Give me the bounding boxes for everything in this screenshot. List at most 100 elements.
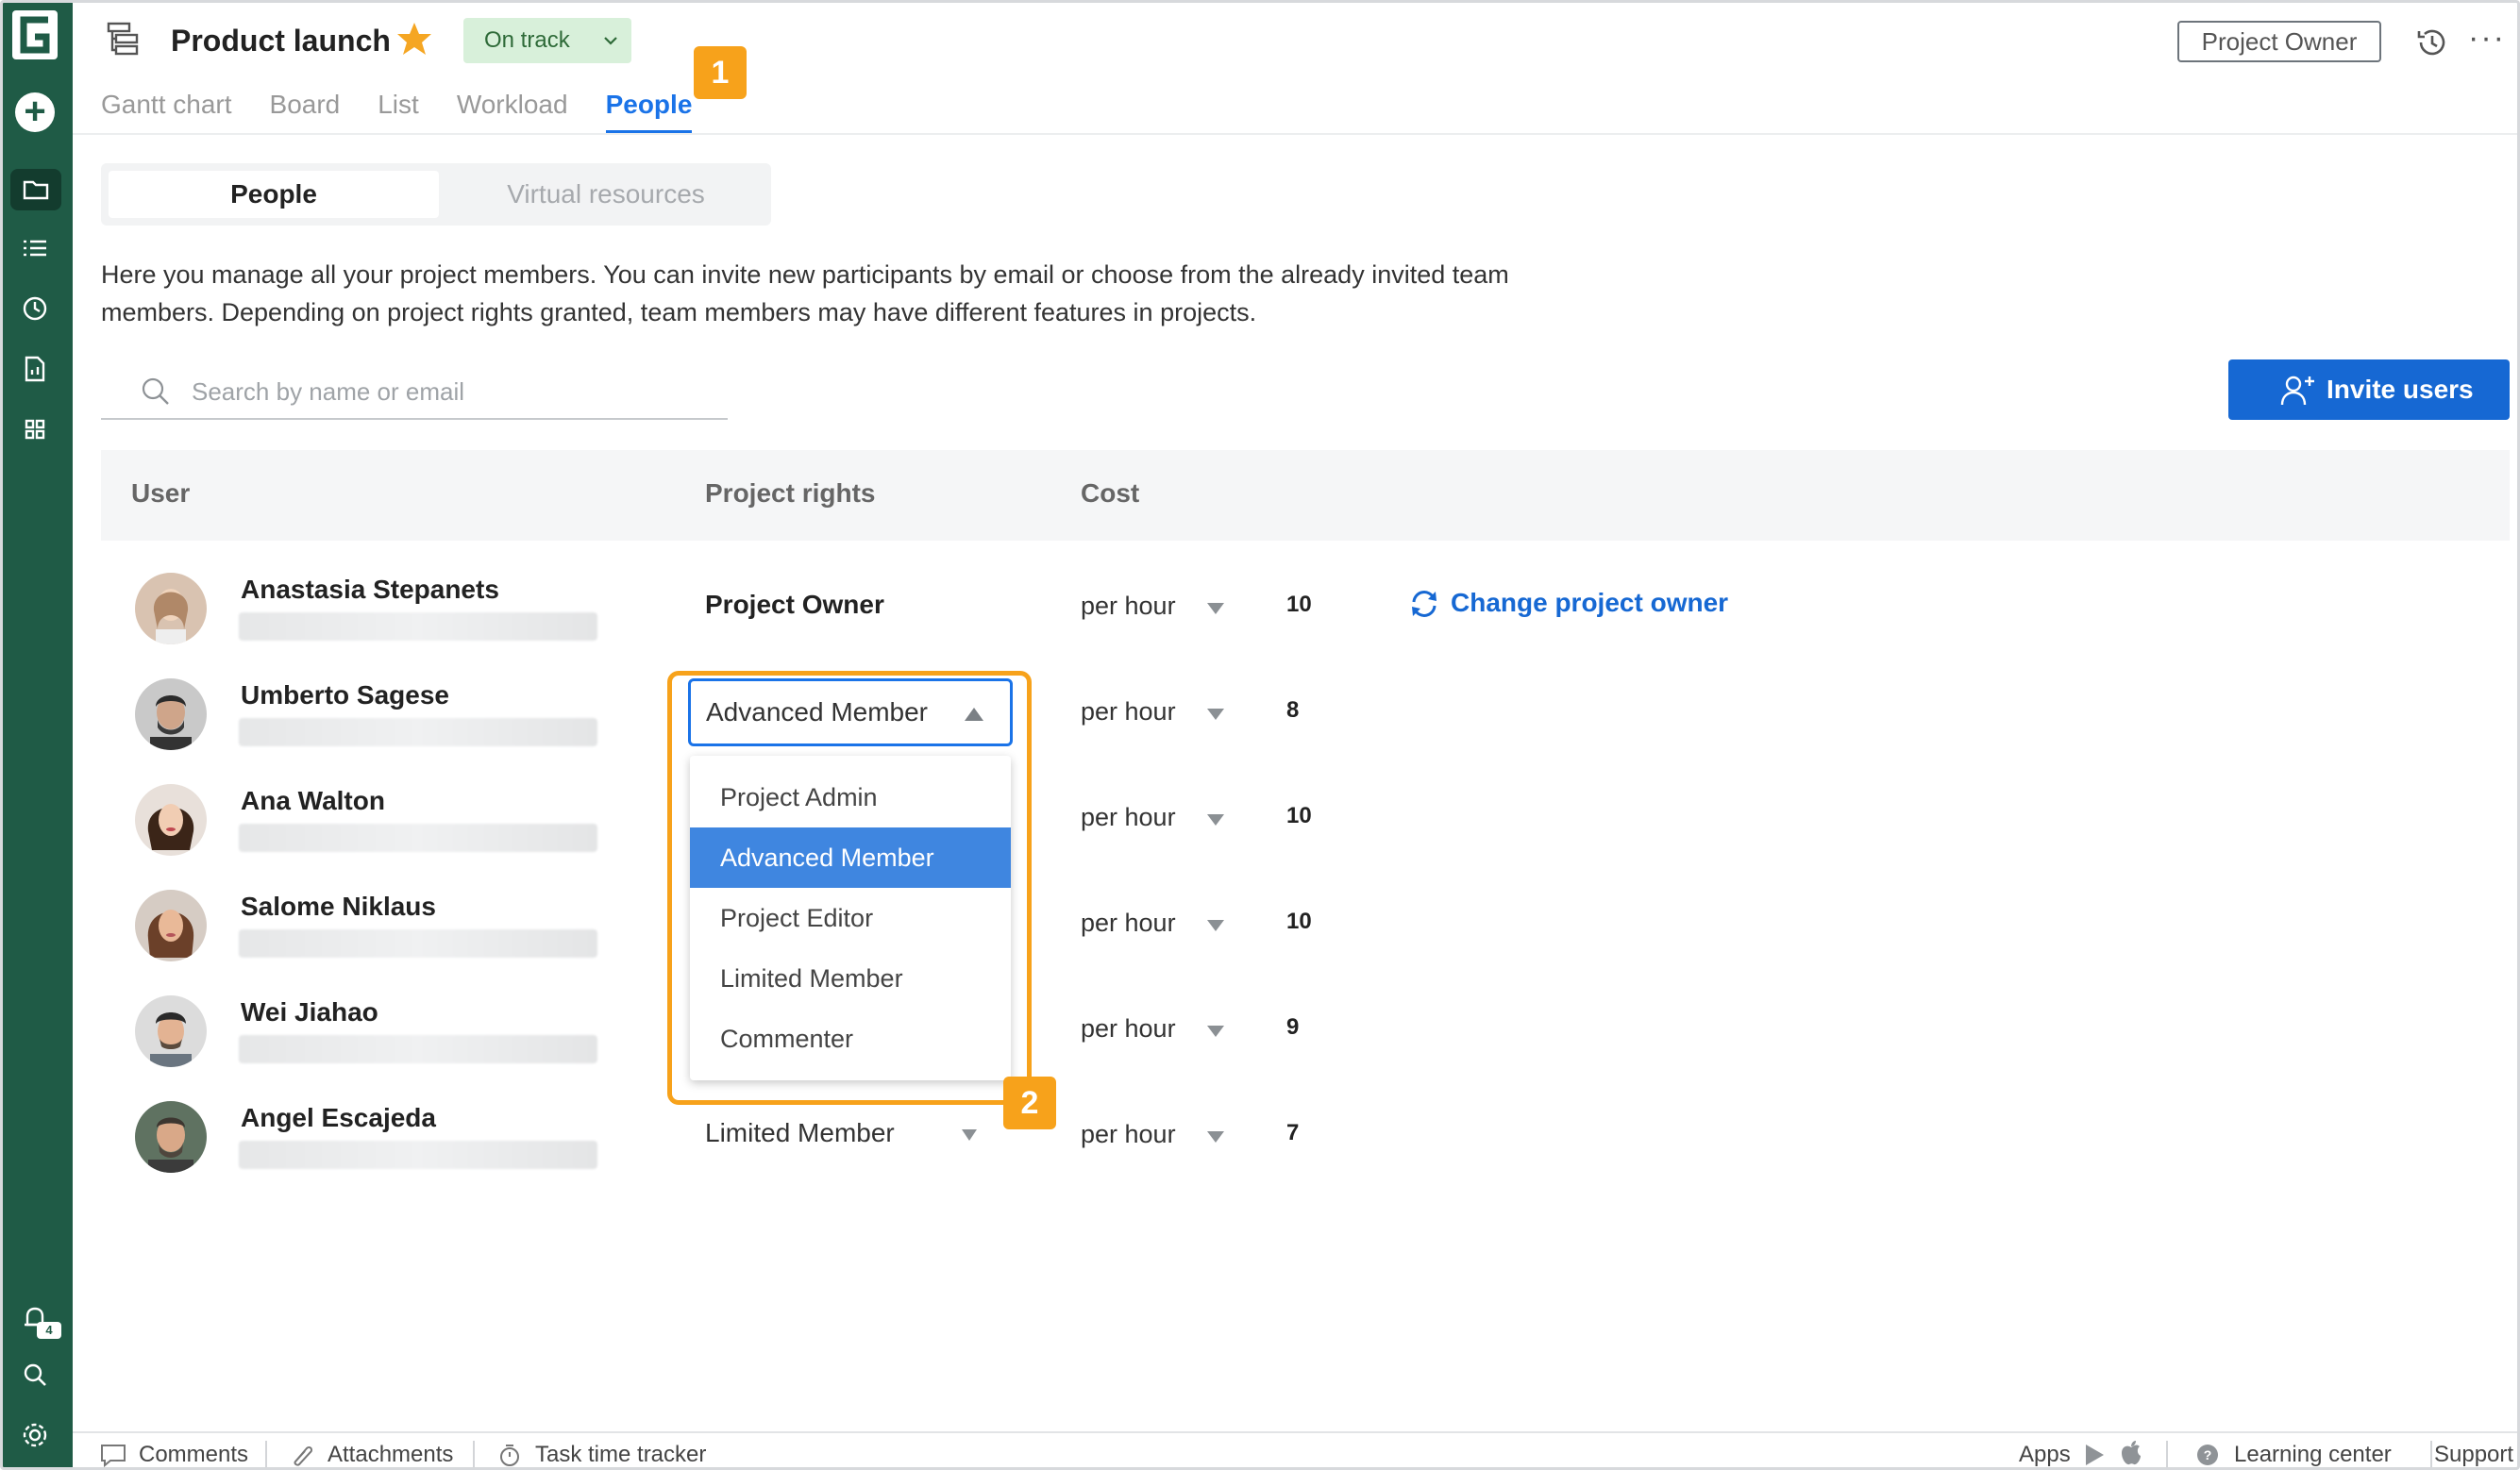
rate-unit-dropdown[interactable]: per hour (1081, 1120, 1176, 1149)
column-cost: Cost (1081, 478, 1140, 508)
history-icon[interactable] (2413, 24, 2451, 61)
add-icon[interactable]: + (15, 92, 55, 132)
people-subtabs: People Virtual resources (101, 163, 771, 226)
refresh-icon (1412, 591, 1436, 617)
subtab-virtual-resources[interactable]: Virtual resources (450, 171, 762, 218)
people-description: Here you manage all your project members… (101, 260, 1509, 326)
footer-attachments[interactable]: Attachments (288, 1441, 453, 1467)
user-name: Wei Jiahao (241, 997, 378, 1027)
table-header: User Project rights Cost (101, 450, 2510, 541)
caret-down-icon[interactable] (1207, 709, 1224, 720)
project-rights-dropdown[interactable]: Limited Member (705, 1118, 895, 1148)
avatar (135, 573, 207, 644)
cost-value[interactable]: 10 (1286, 803, 1312, 829)
caret-down-icon[interactable] (1207, 814, 1224, 826)
tab-people[interactable]: People (605, 86, 692, 133)
user-email-redacted (239, 718, 597, 746)
reports-icon[interactable] (16, 350, 54, 388)
rate-unit-dropdown[interactable]: per hour (1081, 909, 1176, 938)
tab-workload[interactable]: Workload (457, 86, 568, 127)
table-row: Wei Jiahao per hour 9 (101, 995, 2510, 1099)
footer-learning-center[interactable]: ? Learning center (2194, 1441, 2392, 1467)
chevron-down-icon (604, 37, 617, 45)
comment-icon (101, 1445, 126, 1467)
project-rights-select[interactable]: Advanced Member (688, 678, 1013, 746)
user-email-redacted (239, 824, 597, 852)
notifications-count-badge: 4 (37, 1322, 61, 1339)
settings-gear-icon[interactable] (16, 1416, 54, 1454)
view-tabs: Gantt chart Board List Workload People (101, 86, 730, 133)
footer-comments-label: Comments (139, 1442, 249, 1467)
avatar (135, 678, 207, 750)
caret-down-icon[interactable] (1207, 1026, 1224, 1037)
footer-separator (473, 1441, 475, 1467)
header-divider (73, 133, 2517, 135)
caret-down-icon[interactable] (962, 1129, 977, 1141)
caret-up-icon (965, 708, 983, 721)
caret-down-icon[interactable] (1207, 603, 1224, 614)
table-row: Angel Escajeda Limited Member per hour 7 (101, 1101, 2510, 1205)
change-project-owner-link[interactable]: Change project owner (1407, 584, 1728, 622)
user-email-redacted (239, 612, 597, 641)
svg-text:?: ? (2204, 1447, 2212, 1462)
user-email-redacted (239, 1035, 597, 1063)
table-row: Ana Walton per hour 10 (101, 784, 2510, 888)
footer-task-time-tracker[interactable]: Task time tracker (496, 1441, 706, 1467)
clock-icon[interactable] (16, 290, 54, 327)
project-status-dropdown[interactable]: On track (463, 18, 631, 63)
project-owner-role-button[interactable]: Project Owner (2177, 21, 2381, 62)
tab-gantt-chart[interactable]: Gantt chart (101, 86, 232, 127)
menu-item-advanced-member[interactable]: Advanced Member (690, 827, 1011, 888)
invite-users-button[interactable]: Invite users (2228, 359, 2510, 420)
rate-unit-dropdown[interactable]: per hour (1081, 803, 1176, 832)
cost-value[interactable]: 7 (1286, 1120, 1299, 1146)
ganttpro-logo[interactable] (12, 10, 58, 59)
favorite-star-icon[interactable] (395, 20, 433, 58)
avatar (135, 890, 207, 961)
project-tree-icon (107, 22, 139, 56)
cost-value[interactable]: 8 (1286, 697, 1299, 724)
column-project-rights: Project rights (705, 478, 876, 508)
apple-icon[interactable] (2119, 1439, 2143, 1467)
menu-item-project-editor[interactable]: Project Editor (690, 888, 1011, 948)
change-project-owner-label: Change project owner (1451, 588, 1729, 617)
footer-separator (2430, 1441, 2432, 1467)
apps-grid-icon[interactable] (16, 410, 54, 448)
menu-item-limited-member[interactable]: Limited Member (690, 948, 1011, 1009)
user-email-redacted (239, 1141, 597, 1169)
project-rights-menu: Project Admin Advanced Member Project Ed… (690, 756, 1011, 1080)
tab-board[interactable]: Board (270, 86, 341, 127)
cost-value[interactable]: 10 (1286, 592, 1312, 618)
google-play-icon[interactable] (2083, 1443, 2106, 1467)
status-label: On track (484, 27, 570, 53)
menu-item-commenter[interactable]: Commenter (690, 1009, 1011, 1069)
subtab-people[interactable]: People (109, 171, 439, 218)
avatar (135, 995, 207, 1067)
footer-separator (2166, 1441, 2168, 1467)
paperclip-icon (294, 1445, 313, 1466)
table-row: Anastasia Stepanets Project Owner per ho… (101, 573, 2510, 677)
more-options-icon[interactable]: ··· (2468, 20, 2506, 57)
footer-comments[interactable]: Comments (99, 1441, 249, 1467)
menu-item-project-admin[interactable]: Project Admin (690, 767, 1011, 827)
caret-down-icon[interactable] (1207, 920, 1224, 931)
rate-unit-dropdown[interactable]: per hour (1081, 592, 1176, 621)
caret-down-icon[interactable] (1207, 1131, 1224, 1143)
column-user: User (131, 478, 191, 508)
projects-folder-icon[interactable] (10, 169, 61, 210)
search-input[interactable] (192, 373, 701, 410)
table-row: Salome Niklaus per hour 10 (101, 890, 2510, 994)
user-name: Angel Escajeda (241, 1103, 436, 1132)
tab-list[interactable]: List (378, 86, 419, 127)
rate-unit-dropdown[interactable]: per hour (1081, 1014, 1176, 1044)
stopwatch-icon (500, 1445, 519, 1466)
callout-badge-1: 1 (694, 46, 747, 99)
list-icon[interactable] (16, 229, 54, 267)
cost-value[interactable]: 9 (1286, 1014, 1299, 1041)
user-name: Anastasia Stepanets (241, 575, 499, 604)
cost-value[interactable]: 10 (1286, 909, 1312, 935)
search-icon[interactable] (16, 1356, 54, 1394)
project-rights-selected-value: Advanced Member (706, 697, 929, 727)
footer-support-link[interactable]: Support (2434, 1441, 2513, 1467)
rate-unit-dropdown[interactable]: per hour (1081, 697, 1176, 727)
